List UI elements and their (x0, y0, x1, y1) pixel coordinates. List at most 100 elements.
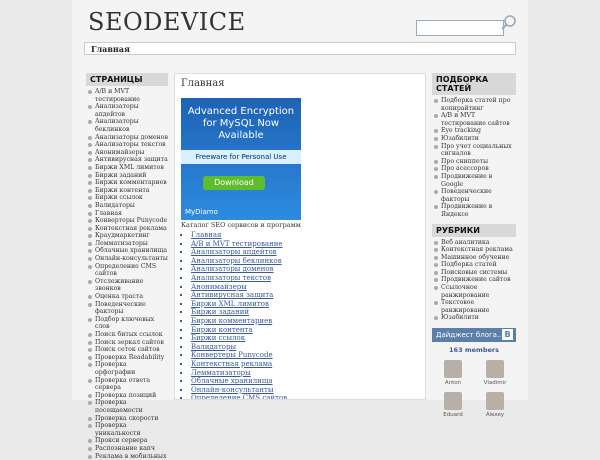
catalog-link[interactable]: Лемматизаторы (191, 369, 287, 378)
member-avatar[interactable]: Eduard (432, 392, 474, 418)
avatar-photo (444, 392, 462, 410)
pages-list-item[interactable]: Лемматизаторы (86, 240, 168, 248)
vk-members-count[interactable]: 163 members (432, 346, 516, 354)
rubric-link[interactable]: Текстовое ранжирование (432, 299, 516, 314)
ad-subline: Freeware for Personal Use (181, 150, 301, 164)
search-input[interactable] (416, 20, 504, 36)
catalog-link[interactable]: Антивирусная защита (191, 291, 287, 300)
catalog-text: Каталог SEO сервисов и программ (181, 221, 301, 229)
article-link[interactable]: Подборка статей про копирайтинг (432, 97, 516, 112)
pages-list-item[interactable]: Отслеживание звонков (86, 278, 168, 293)
avatar-photo (486, 360, 504, 378)
pages-list-item[interactable]: Поиск зеркал сайтов (86, 339, 168, 347)
pages-list-item[interactable]: Прокси сервера (86, 437, 168, 445)
pages-list-item[interactable]: Проверка скорости (86, 415, 168, 423)
pages-list-item[interactable]: Биржи XML лимитов (86, 164, 168, 172)
pages-list-item[interactable]: Биржи заданий (86, 172, 168, 180)
breadcrumb[interactable]: Главная (84, 42, 516, 55)
advertisement-banner[interactable]: Advanced Encryption for MySQL Now Availa… (181, 98, 301, 220)
rubric-link[interactable]: Юзабилити (432, 314, 516, 322)
article-link[interactable]: Юзабилити (432, 135, 516, 143)
catalog-link[interactable]: Анализаторы текстов (191, 274, 287, 283)
rubric-link[interactable]: Машинное обучение (432, 254, 516, 262)
member-name: Vladimir (474, 380, 516, 386)
rubric-link[interactable]: Подборка статей (432, 261, 516, 269)
pages-title: СТРАНИЦЫ (86, 73, 168, 86)
rubric-link[interactable]: Контекстная реклама (432, 246, 516, 254)
pages-list-item[interactable]: Облачные хранилища (86, 247, 168, 255)
pages-list-item[interactable]: Анализаторы текстов (86, 141, 168, 149)
pages-list-item[interactable]: Валидаторы (86, 202, 168, 210)
pages-list-item[interactable]: Определение CMS сайтов (86, 263, 168, 278)
catalog-link[interactable]: Определение CMS сайтов (191, 394, 287, 400)
article-link[interactable]: Продвижение в Google (432, 173, 516, 188)
catalog-link[interactable]: Главная (191, 231, 287, 240)
ad-headline: Advanced Encryption for MySQL Now Availa… (181, 106, 301, 142)
rubric-link[interactable]: Поисковые системы (432, 269, 516, 277)
pages-list-item[interactable]: Поведенческие факторы (86, 301, 168, 316)
pages-list-item[interactable]: Проверка уникальности (86, 422, 168, 437)
rubric-link[interactable]: Ссылочное ранжирование (432, 284, 516, 299)
catalog-link[interactable]: Анализаторы апдейтов (191, 248, 287, 257)
pages-list-item[interactable]: Биржи контента (86, 187, 168, 195)
pages-list-item[interactable]: Анонимайзеры (86, 149, 168, 157)
catalog-link[interactable]: Анализаторы беклинков (191, 257, 287, 266)
catalog-link[interactable]: Биржи XML лимитов (191, 300, 287, 309)
rubric-link[interactable]: Продвижение сайтов (432, 276, 516, 284)
pages-list-item[interactable]: Оценка траста (86, 293, 168, 301)
pages-list-item[interactable]: Анализаторы доменов (86, 134, 168, 142)
catalog-link[interactable]: Контекстная реклама (191, 360, 287, 369)
article-link[interactable]: Продвижение в Яндексе (432, 203, 516, 218)
member-avatar[interactable]: Anton (432, 360, 474, 386)
member-avatar[interactable]: Vladimir (474, 360, 516, 386)
article-link[interactable]: A/B и MVT тестирование сайтов (432, 112, 516, 127)
catalog-link[interactable]: Биржи заданий (191, 308, 287, 317)
pages-list-item[interactable]: Поиск сеток сайтов (86, 346, 168, 354)
catalog-link[interactable]: Биржи комментариев (191, 317, 287, 326)
pages-list-item[interactable]: Конвертеры Punycode (86, 217, 168, 225)
pages-list-item[interactable]: Биржи комментариев (86, 179, 168, 187)
pages-list-item[interactable]: Проверка позиций (86, 392, 168, 400)
article-link[interactable]: Про асессоров (432, 165, 516, 173)
pages-list-item[interactable]: Поиск битых ссылок (86, 331, 168, 339)
catalog-links: ГлавнаяA/B и MVT тестированиеАнализаторы… (189, 231, 287, 400)
article-link[interactable]: Про сниппеты (432, 158, 516, 166)
catalog-link[interactable]: A/B и MVT тестирование (191, 240, 287, 249)
pages-list-item[interactable]: Антивирусная защита (86, 156, 168, 164)
search-icon[interactable] (501, 15, 517, 31)
catalog-link[interactable]: Анонимайзеры (191, 283, 287, 292)
pages-list-item[interactable]: Анализаторы беклинков (86, 118, 168, 133)
pages-list-item[interactable]: Подбор ключевых слов (86, 316, 168, 331)
pages-list-item[interactable]: Проверка орфографии (86, 361, 168, 376)
pages-list-item[interactable]: Проверка посещаемости (86, 399, 168, 414)
pages-list-item[interactable]: Краудмаркетинг (86, 232, 168, 240)
pages-list-item[interactable]: Онлайн-консультанты (86, 255, 168, 263)
rubrics-list: Веб аналитикаКонтекстная рекламаМашинное… (432, 239, 516, 323)
pages-list-item[interactable]: Главная (86, 210, 168, 218)
catalog-link[interactable]: Биржи контента (191, 326, 287, 335)
catalog-link[interactable]: Облачные хранилища (191, 377, 287, 386)
pages-list-item[interactable]: Проверка ответа сервера (86, 377, 168, 392)
pages-list-item[interactable]: A/B и MVT тестирование (86, 88, 168, 103)
pages-list-item[interactable]: Проверка Readability (86, 354, 168, 362)
article-link[interactable]: Поведенческие факторы (432, 188, 516, 203)
pages-list-item[interactable]: Реклама в мобильных (86, 453, 168, 460)
site-logo[interactable]: SEODEVICE (88, 8, 246, 36)
pages-list-item[interactable]: Анализаторы апдейтов (86, 103, 168, 118)
ad-brand: MyDiamo (185, 208, 218, 216)
catalog-link[interactable]: Онлайн-консультанты (191, 386, 287, 395)
catalog-link[interactable]: Валидаторы (191, 343, 287, 352)
right-sidebar: ПОДБОРКА СТАТЕЙ Подборка статей про копи… (432, 73, 516, 400)
member-avatar[interactable]: Alexey (474, 392, 516, 418)
pages-list-item[interactable]: Распознание капч (86, 445, 168, 453)
pages-list-item[interactable]: Биржи ссылок (86, 194, 168, 202)
vk-widget-header[interactable]: Дайджест блога... B (432, 328, 516, 342)
catalog-link[interactable]: Анализаторы доменов (191, 265, 287, 274)
pages-list-item[interactable]: Контекстная реклама (86, 225, 168, 233)
article-link[interactable]: Eye tracking (432, 127, 516, 135)
rubric-link[interactable]: Веб аналитика (432, 239, 516, 247)
catalog-link[interactable]: Биржи ссылок (191, 334, 287, 343)
catalog-link[interactable]: Конвертеры Punycode (191, 351, 287, 360)
ad-download-button[interactable]: Download (203, 176, 265, 190)
article-link[interactable]: Про учет социальных сигналов (432, 143, 516, 158)
